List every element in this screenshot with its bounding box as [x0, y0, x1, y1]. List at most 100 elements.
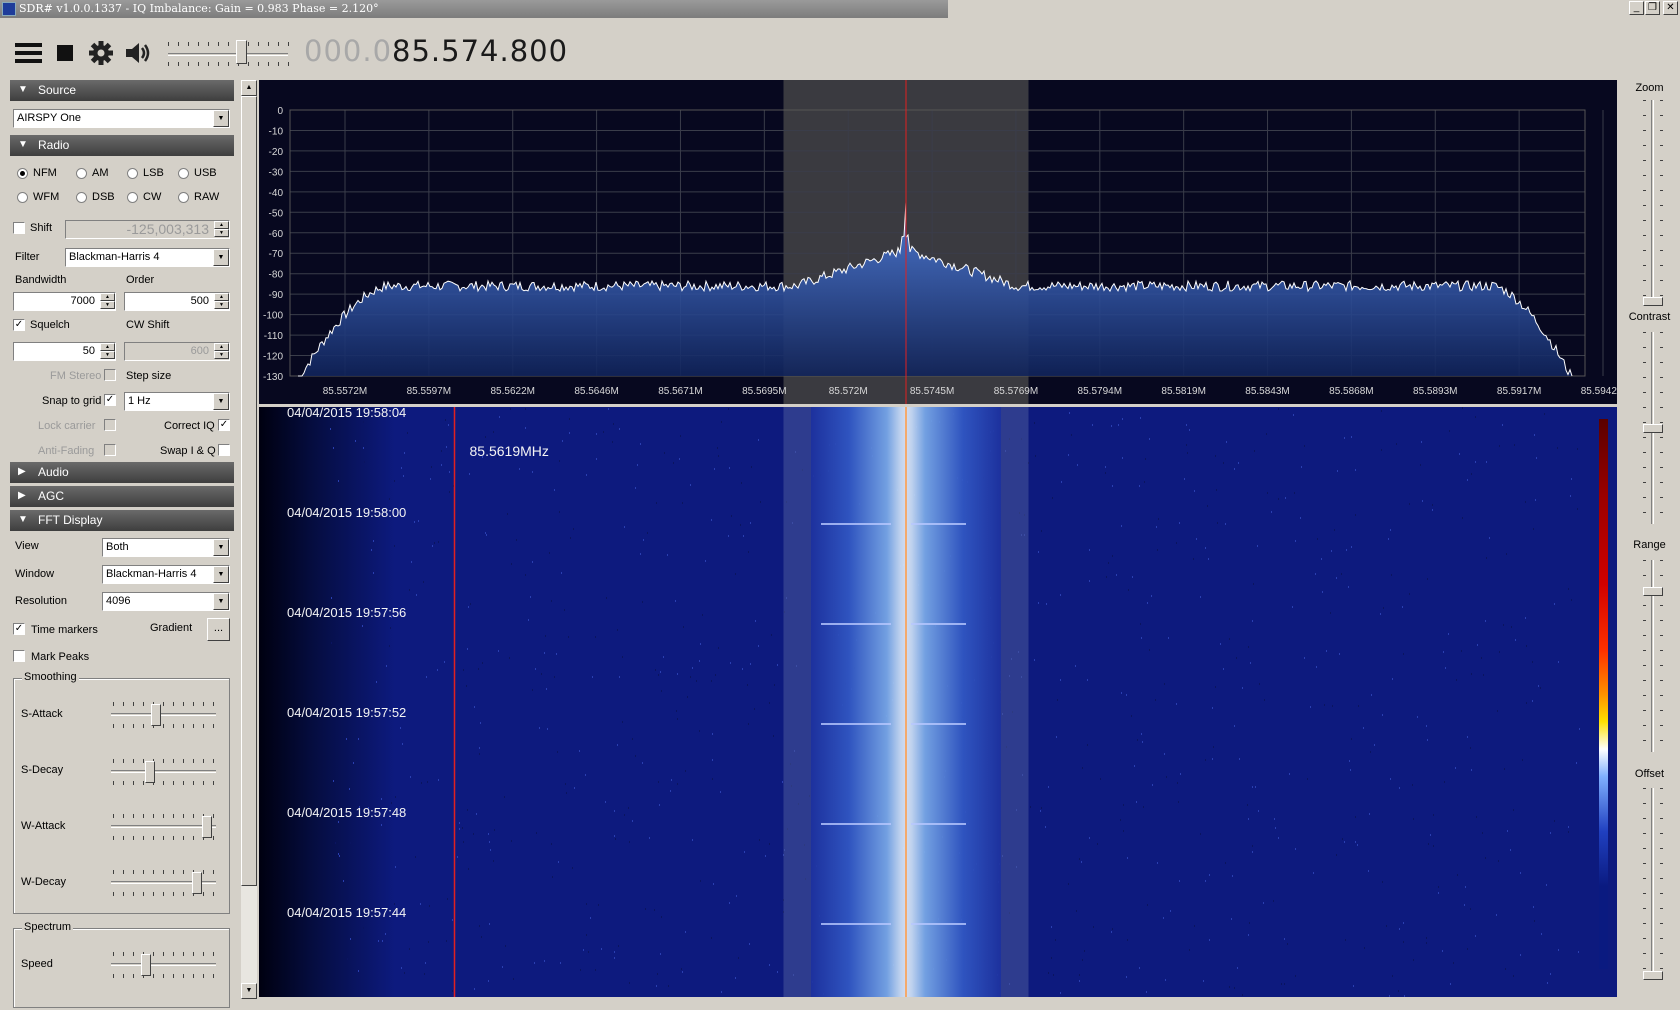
- slider-thumb[interactable]: [141, 954, 151, 976]
- zoom-slider[interactable]: [1643, 100, 1663, 306]
- spectrum-analyzer[interactable]: 0 -10 -20 -30 -40 -50 -60 -70 -80 -90 -100 -110 -120…: [259, 80, 1617, 404]
- waterfall-display[interactable]: 04/04/2015 19:58:04 04/04/2015 19:58:00 04…: [259, 407, 1617, 997]
- view-select[interactable]: Both ▼: [102, 538, 230, 557]
- speaker-icon[interactable]: [124, 40, 152, 66]
- dropdown-arrow-icon[interactable]: ▼: [213, 393, 229, 410]
- offset-slider[interactable]: [1643, 788, 1663, 980]
- sattack-slider[interactable]: [111, 700, 216, 730]
- shift-spinner[interactable]: -125,003,313 ▲ ▼: [65, 220, 230, 239]
- noise-speckle: [1069, 412, 1070, 414]
- left-panel-scrollbar[interactable]: ▲ ▼: [241, 80, 257, 999]
- audio-section-header[interactable]: ▶ Audio: [10, 462, 234, 483]
- dropdown-arrow-icon[interactable]: ▼: [213, 566, 229, 583]
- slider-track[interactable]: [111, 770, 216, 773]
- menu-icon[interactable]: [15, 40, 43, 66]
- slider-track[interactable]: [1651, 100, 1654, 306]
- squelch-checkbox[interactable]: ✓: [13, 319, 25, 331]
- fmstereo-checkbox[interactable]: [104, 369, 116, 381]
- slider-track[interactable]: [111, 825, 216, 828]
- noise-speckle: [1383, 607, 1384, 609]
- stepsize-select[interactable]: 1 Hz ▼: [124, 392, 230, 411]
- noise-speckle: [614, 810, 615, 812]
- noise-speckle: [1212, 758, 1213, 760]
- mode-radio-dsb[interactable]: [76, 192, 87, 203]
- contrast-slider[interactable]: [1643, 332, 1663, 524]
- spin-up-icon[interactable]: ▲: [214, 221, 229, 229]
- scroll-down-icon[interactable]: ▼: [241, 983, 257, 999]
- slider-thumb[interactable]: [1643, 971, 1663, 980]
- spin-up-icon[interactable]: ▲: [214, 343, 229, 351]
- range-slider[interactable]: [1643, 560, 1663, 752]
- stop-icon[interactable]: [56, 40, 74, 66]
- volume-slider-thumb[interactable]: [236, 40, 247, 64]
- shift-checkbox[interactable]: [13, 222, 25, 234]
- gear-icon[interactable]: [88, 40, 114, 66]
- frequency-digits[interactable]: 85.574.800: [392, 34, 568, 68]
- frequency-leading-digits[interactable]: 000.0: [304, 34, 392, 68]
- spin-up-icon[interactable]: ▲: [214, 293, 229, 301]
- resolution-select[interactable]: 4096 ▼: [102, 592, 230, 611]
- spin-up-icon[interactable]: ▲: [100, 343, 115, 351]
- wattack-slider[interactable]: [111, 812, 216, 842]
- maximize-button[interactable]: ❐: [1645, 1, 1660, 15]
- bandwidth-spinner[interactable]: 7000 ▲ ▼: [13, 292, 116, 311]
- close-button[interactable]: ✕: [1663, 1, 1678, 15]
- squelch-spinner[interactable]: 50 ▲ ▼: [13, 342, 116, 361]
- dropdown-arrow-icon[interactable]: ▼: [213, 249, 229, 266]
- mode-radio-wfm[interactable]: [17, 192, 28, 203]
- cwshift-spinner[interactable]: 600 ▲ ▼: [124, 342, 230, 361]
- speed-slider[interactable]: [111, 950, 216, 980]
- scrollbar-thumb[interactable]: [241, 96, 257, 886]
- mode-radio-cw[interactable]: [127, 192, 138, 203]
- gradient-button[interactable]: ...: [207, 618, 230, 641]
- source-section-header[interactable]: ▼ Source: [10, 80, 234, 101]
- waterfall-plot[interactable]: 04/04/2015 19:58:04 04/04/2015 19:58:00 04…: [259, 407, 1617, 997]
- spin-down-icon[interactable]: ▼: [214, 229, 229, 237]
- lockcarrier-checkbox[interactable]: [104, 419, 116, 431]
- sdecay-slider[interactable]: [111, 757, 216, 787]
- slider-thumb[interactable]: [202, 816, 212, 838]
- source-device-select[interactable]: AIRSPY One ▼: [13, 109, 230, 128]
- wdecay-slider[interactable]: [111, 868, 216, 898]
- window-select[interactable]: Blackman-Harris 4 ▼: [102, 565, 230, 584]
- slider-thumb[interactable]: [1643, 587, 1663, 596]
- order-spinner[interactable]: 500 ▲ ▼: [124, 292, 230, 311]
- slider-thumb[interactable]: [192, 872, 202, 894]
- slider-track[interactable]: [111, 963, 216, 966]
- filter-select[interactable]: Blackman-Harris 4 ▼: [65, 248, 230, 267]
- spectrum-plot[interactable]: 0 -10 -20 -30 -40 -50 -60 -70 -80 -90 -100 -110 -120…: [259, 80, 1617, 404]
- dropdown-arrow-icon[interactable]: ▼: [213, 593, 229, 610]
- antifading-checkbox[interactable]: [104, 444, 116, 456]
- mode-radio-nfm[interactable]: [17, 168, 28, 179]
- swapiq-checkbox[interactable]: [218, 444, 230, 456]
- markpeaks-checkbox[interactable]: [13, 650, 25, 662]
- mode-radio-usb[interactable]: [178, 168, 189, 179]
- noise-speckle: [1157, 862, 1158, 864]
- fft-section-header[interactable]: ▼ FFT Display: [10, 510, 234, 531]
- dropdown-arrow-icon[interactable]: ▼: [213, 110, 229, 127]
- slider-thumb[interactable]: [151, 704, 161, 726]
- slider-track[interactable]: [1651, 788, 1654, 980]
- spin-up-icon[interactable]: ▲: [100, 293, 115, 301]
- frequency-display[interactable]: 000.085.574.800: [304, 34, 568, 68]
- spin-down-icon[interactable]: ▼: [100, 351, 115, 359]
- mode-radio-am[interactable]: [76, 168, 87, 179]
- spin-down-icon[interactable]: ▼: [214, 301, 229, 309]
- mode-radio-lsb[interactable]: [127, 168, 138, 179]
- volume-slider[interactable]: [168, 53, 288, 56]
- spin-down-icon[interactable]: ▼: [100, 301, 115, 309]
- snap-checkbox[interactable]: ✓: [104, 394, 116, 406]
- slider-thumb[interactable]: [1643, 297, 1663, 306]
- minimize-button[interactable]: _: [1629, 1, 1644, 15]
- dropdown-arrow-icon[interactable]: ▼: [213, 539, 229, 556]
- agc-section-header[interactable]: ▶ AGC: [10, 486, 234, 507]
- slider-thumb[interactable]: [145, 761, 155, 783]
- radio-section-header[interactable]: ▼ Radio: [10, 135, 234, 156]
- scroll-up-icon[interactable]: ▲: [241, 80, 257, 96]
- slider-track[interactable]: [111, 713, 216, 716]
- slider-thumb[interactable]: [1643, 424, 1663, 433]
- correctiq-checkbox[interactable]: ✓: [218, 419, 230, 431]
- mode-radio-raw[interactable]: [178, 192, 189, 203]
- spin-down-icon[interactable]: ▼: [214, 351, 229, 359]
- timemarkers-checkbox[interactable]: ✓: [13, 623, 25, 635]
